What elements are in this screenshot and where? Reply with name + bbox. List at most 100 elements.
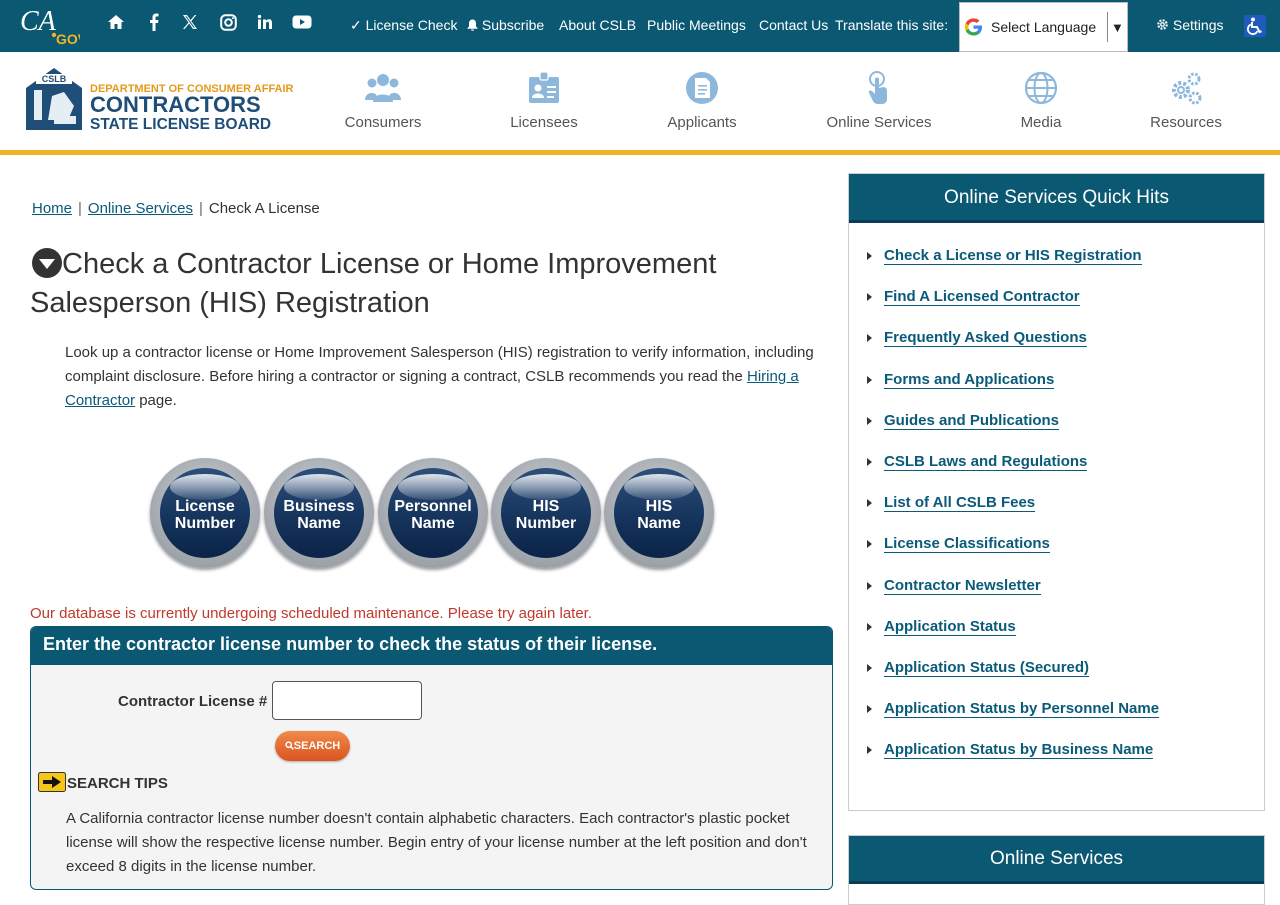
list-item: Contractor Newsletter	[867, 577, 1264, 618]
logo-subtitle: STATE LICENSE BOARD	[90, 116, 271, 132]
license-number-button[interactable]: License Number	[150, 458, 260, 568]
language-select[interactable]: Select Language ▼	[959, 2, 1128, 52]
cslb-logo[interactable]: CSLB DEPARTMENT OF CONSUMER AFFAIRS CONT…	[24, 66, 294, 132]
youtube-icon[interactable]	[290, 12, 314, 32]
nav-label: Applicants	[667, 114, 737, 131]
nav-licensees[interactable]: Licensees	[474, 70, 614, 131]
button-label-line1: HIS	[645, 498, 673, 515]
nav-applicants[interactable]: Applicants	[632, 70, 772, 131]
bell-icon	[467, 19, 478, 31]
facebook-icon[interactable]	[142, 12, 166, 32]
maintenance-notice: Our database is currently undergoing sch…	[30, 605, 593, 622]
gears-icon	[1172, 72, 1202, 105]
home-icon[interactable]	[104, 12, 128, 32]
breadcrumb-current: Check A License	[208, 200, 320, 217]
quick-hit-link[interactable]: CSLB Laws and Regulations	[884, 453, 1088, 471]
nav-resources[interactable]: Resources	[1116, 70, 1256, 131]
quick-hit-link[interactable]: Application Status by Business Name	[884, 741, 1154, 760]
instagram-icon[interactable]	[216, 12, 240, 32]
license-number-label: Contractor License #	[118, 693, 268, 710]
online-services-title: Online Services	[849, 836, 1264, 884]
people-icon	[365, 74, 401, 102]
quick-hit-link[interactable]: Guides and Publications	[884, 412, 1060, 430]
button-label: Business Name	[274, 498, 364, 532]
button-label: HIS Number	[501, 498, 591, 532]
subscribe-link[interactable]: Subscribe	[467, 17, 544, 33]
breadcrumb-home[interactable]: Home	[32, 200, 72, 217]
header-accent-bar	[0, 150, 1280, 155]
search-tips-label: SEARCH TIPS	[67, 775, 168, 792]
quick-hit-link[interactable]: List of All CSLB Fees	[884, 494, 1036, 513]
bullet-triangle-icon	[867, 663, 872, 672]
button-label: License Number	[160, 498, 250, 532]
language-select-label: Select Language	[991, 19, 1097, 35]
form-heading: Enter the contractor license number to c…	[31, 627, 832, 665]
logo-title: CONTRACTORS	[90, 92, 261, 117]
page-title: Check a Contractor License or Home Impro…	[30, 248, 717, 319]
ca-gov-logo[interactable]: CA GOV	[20, 4, 80, 46]
svg-text:GOV: GOV	[56, 31, 80, 46]
quick-hit-link[interactable]: Application Status (Secured)	[884, 659, 1090, 677]
online-services-panel: Online Services	[848, 835, 1265, 905]
dropdown-arrow-icon: ▼	[1111, 19, 1124, 35]
quick-hit-link[interactable]: Application Status	[884, 618, 1016, 636]
button-label-line1: HIS	[532, 498, 560, 515]
accessibility-icon[interactable]	[1244, 15, 1266, 37]
search-button[interactable]: SEARCH	[275, 731, 350, 761]
his-name-button[interactable]: HIS Name	[604, 458, 714, 568]
quick-hit-link[interactable]: Frequently Asked Questions	[884, 329, 1087, 348]
quick-hits-panel: Online Services Quick Hits Check a Licen…	[848, 173, 1265, 811]
quick-hit-link[interactable]: Check a License or HIS Registration	[884, 247, 1142, 265]
quick-hit-link[interactable]: Forms and Applications	[884, 371, 1055, 389]
settings-link[interactable]: Settings	[1156, 17, 1223, 33]
button-face: Personnel Name	[388, 468, 478, 558]
button-face: HIS Name	[614, 468, 704, 558]
gear-icon	[1157, 19, 1168, 30]
button-gloss	[284, 474, 354, 500]
bullet-triangle-icon	[867, 293, 872, 302]
quick-hit-link[interactable]: Contractor Newsletter	[884, 577, 1041, 595]
quick-hit-link[interactable]: Find A Licensed Contractor	[884, 288, 1080, 307]
nav-online-services[interactable]: Online Services	[809, 70, 949, 131]
button-face: License Number	[160, 468, 250, 558]
google-icon	[964, 18, 983, 36]
bullet-triangle-icon	[867, 705, 872, 714]
search-button-label: SEARCH	[293, 740, 341, 752]
linkedin-icon[interactable]	[253, 12, 277, 32]
license-check-link[interactable]: ✓ License Check	[350, 17, 457, 34]
quick-hit-link[interactable]: License Classifications	[884, 535, 1050, 554]
button-label-line2: Number	[515, 515, 577, 532]
nav-label: Resources	[1150, 114, 1222, 131]
intro-text: Look up a contractor license or Home Imp…	[65, 344, 814, 385]
button-gloss	[511, 474, 581, 500]
button-face: HIS Number	[501, 468, 591, 558]
nav-label: Licensees	[510, 114, 578, 131]
button-label-line1: License	[175, 498, 235, 515]
button-label-line2: Name	[637, 515, 681, 532]
his-number-button[interactable]: HIS Number	[491, 458, 601, 568]
about-cslb-link[interactable]: About CSLB	[559, 17, 636, 33]
nav-consumers[interactable]: Consumers	[313, 70, 453, 131]
bullet-triangle-icon	[867, 540, 872, 549]
personnel-name-button[interactable]: Personnel Name	[378, 458, 488, 568]
breadcrumb-online-services[interactable]: Online Services	[88, 200, 193, 217]
list-item: License Classifications	[867, 535, 1264, 576]
bullet-triangle-icon	[867, 499, 872, 508]
list-item: Application Status	[867, 618, 1264, 659]
public-meetings-link[interactable]: Public Meetings	[647, 17, 746, 33]
business-name-button[interactable]: Business Name	[264, 458, 374, 568]
contact-us-link[interactable]: Contact Us	[759, 17, 828, 33]
nav-media[interactable]: Media	[971, 70, 1111, 131]
search-icon	[285, 741, 294, 750]
license-number-input[interactable]	[272, 681, 422, 720]
bullet-triangle-icon	[867, 252, 872, 260]
button-gloss	[170, 474, 240, 500]
quick-hit-link[interactable]: Application Status by Personnel Name	[884, 700, 1160, 719]
button-label-line1: Business	[283, 498, 355, 515]
bullet-triangle-icon	[867, 622, 872, 631]
x-icon[interactable]	[178, 12, 202, 32]
button-gloss	[624, 474, 694, 500]
intro-paragraph: Look up a contractor license or Home Imp…	[65, 341, 825, 413]
site-header: CSLB DEPARTMENT OF CONSUMER AFFAIRS CONT…	[0, 52, 1280, 153]
nav-label: Consumers	[344, 114, 422, 131]
